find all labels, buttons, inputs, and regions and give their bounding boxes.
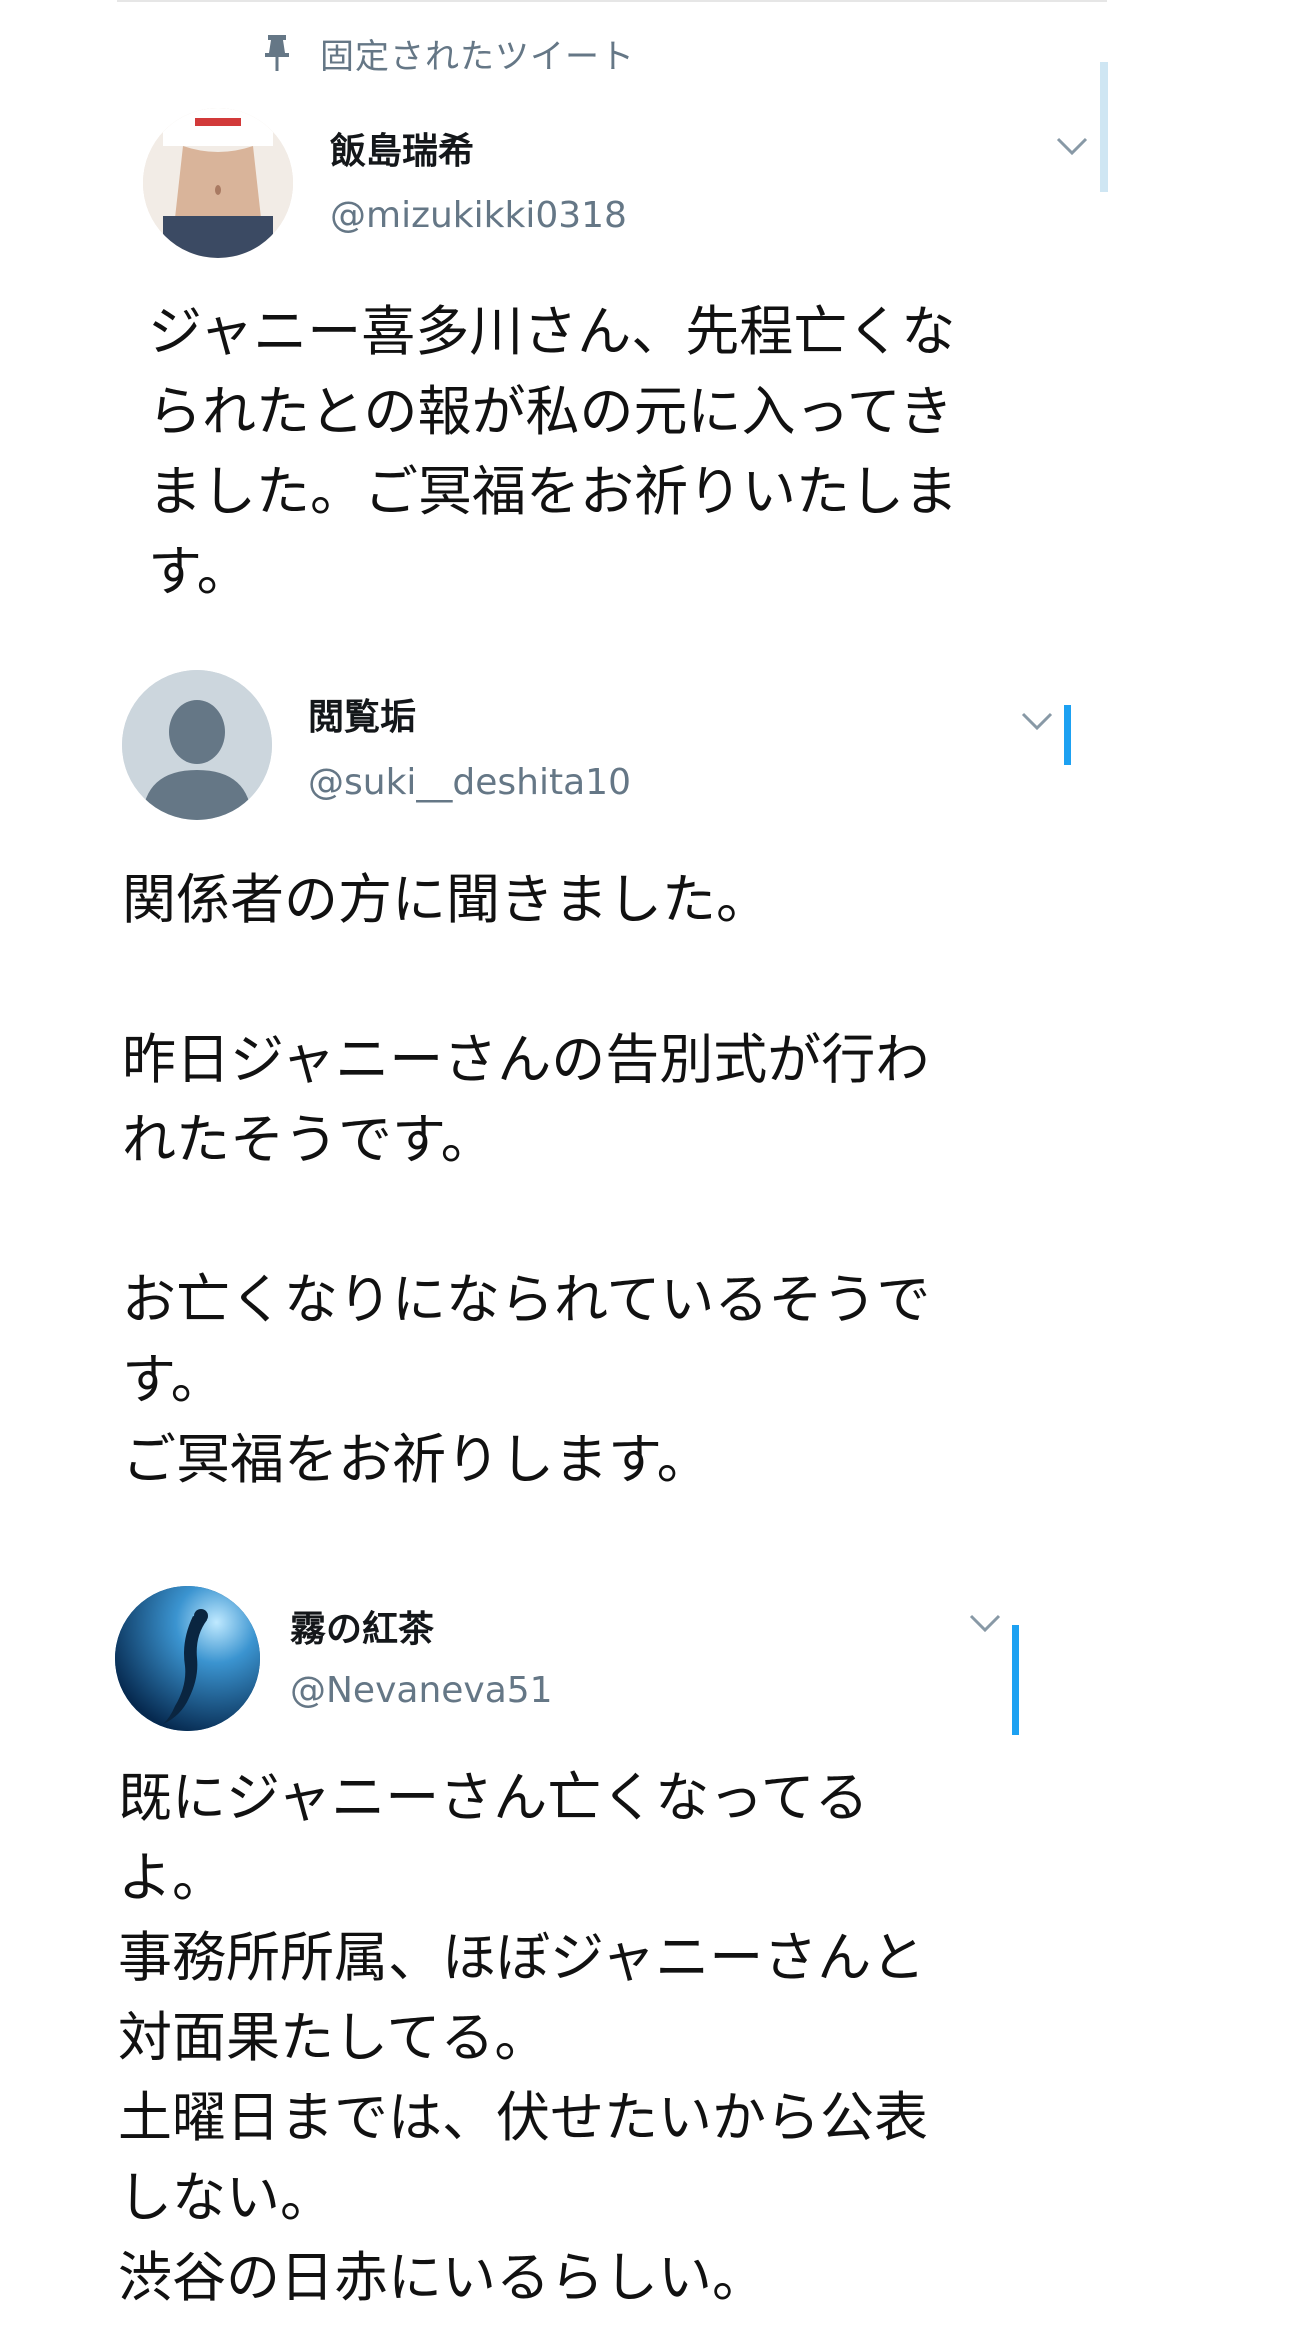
pin-icon [265, 35, 289, 71]
chevron-down-icon[interactable] [1055, 135, 1089, 157]
scrollbar-thumb[interactable] [1100, 62, 1108, 192]
display-name[interactable]: 飯島瑞希 [330, 122, 474, 174]
user-handle[interactable]: @mizukikki0318 [330, 195, 627, 236]
tweet-text: ジャニー喜多川さん、先程亡くな られたとの報が私の元に入ってき ました。ご冥福を… [148, 300, 958, 603]
scrollbar-thumb[interactable] [1012, 1625, 1019, 1735]
chevron-down-icon[interactable] [1020, 710, 1054, 732]
display-name[interactable]: 閲覧垢 [308, 688, 416, 740]
avatar-photo [143, 108, 293, 258]
user-handle[interactable]: @Nevaneva51 [290, 1670, 553, 1711]
tweet-text: 関係者の方に聞きました。 昨日ジャニーさんの告別式が行わ れたそうです。 お亡く… [122, 868, 931, 1491]
top-divider [117, 0, 1107, 2]
avatar[interactable] [115, 1586, 260, 1731]
user-handle[interactable]: @suki__deshita10 [308, 762, 631, 803]
tweet-text: 既にジャニーさん亡くなってる よ。 事務所所属、ほぼジャニーさんと 対面果たして… [118, 1766, 928, 2309]
avatar[interactable] [122, 670, 272, 820]
display-name[interactable]: 霧の紅茶 [290, 1600, 434, 1652]
scrollbar-thumb[interactable] [1064, 705, 1071, 765]
avatar-image [115, 1586, 260, 1731]
avatar[interactable] [143, 108, 293, 258]
pinned-label: 固定されたツイート [320, 36, 635, 77]
chevron-down-icon[interactable] [968, 1612, 1002, 1634]
default-avatar-icon [122, 670, 272, 820]
pinned-tweet-header: 固定されたツイート [262, 28, 635, 78]
